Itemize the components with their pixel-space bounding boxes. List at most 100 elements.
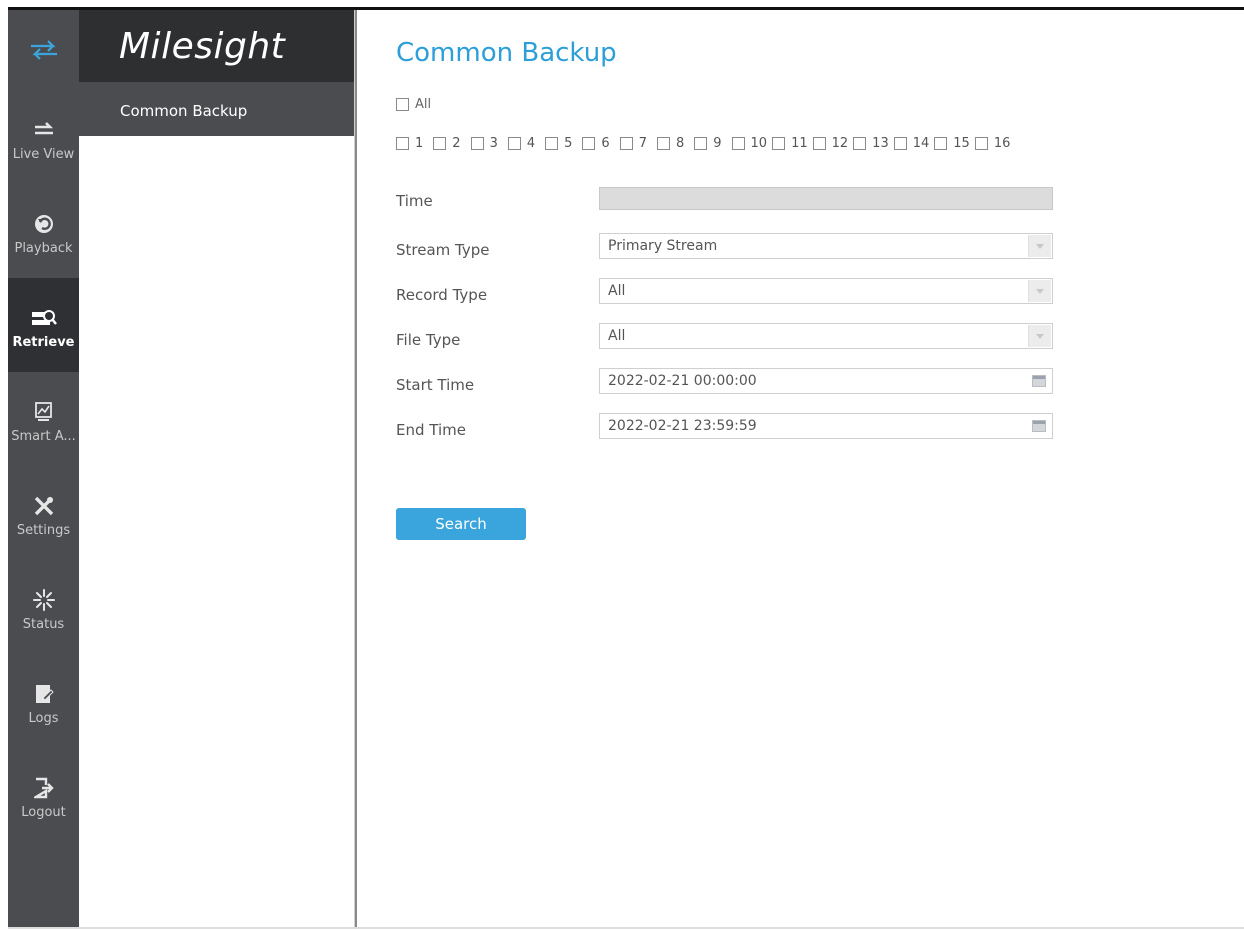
playback-icon [34,214,53,233]
end-time-field[interactable]: 2022-02-21 23:59:59 [599,413,1053,439]
time-label: Time [396,192,433,210]
channel-checkbox[interactable]: 11 [772,136,808,151]
channel-checkbox[interactable]: 5 [545,136,572,151]
channel-checkbox[interactable]: 16 [974,136,1011,151]
file-type-label: File Type [396,331,461,349]
channel-label: 1 [415,136,424,151]
stream-type-select[interactable]: Primary Stream [599,233,1053,259]
menu-toggle-button[interactable] [8,10,79,90]
checkbox-box[interactable] [731,137,745,150]
channel-checkbox[interactable]: 1 [396,136,423,151]
logs-icon [35,684,54,703]
window-bottom-border [8,927,1244,929]
channel-label: 12 [831,136,849,151]
checkbox-box[interactable] [545,137,559,150]
checkbox-box[interactable] [470,137,484,150]
channel-checkbox[interactable]: 10 [731,136,768,151]
retrieve-icon [31,309,57,325]
calendar-icon[interactable] [1032,375,1046,387]
calendar-icon[interactable] [1032,420,1046,432]
nav-logs[interactable]: Logs [8,654,79,748]
settings-icon [34,496,53,515]
record-type-label: Record Type [396,286,488,304]
panel-divider [355,10,357,929]
nav-playback[interactable]: Playback [8,184,79,278]
select-all-checkbox[interactable]: All [396,97,431,112]
checkbox-box[interactable] [812,137,826,150]
checkbox-box[interactable] [396,98,409,111]
channel-checkbox[interactable]: 6 [582,136,610,151]
nav-live-view[interactable]: Live View [8,90,79,184]
submenu-item-common-backup[interactable]: Common Backup [79,82,354,136]
search-button[interactable]: Search [396,508,526,540]
logout-icon [33,777,54,798]
channel-label: 11 [791,136,808,151]
nav-settings[interactable]: Settings [8,466,79,560]
nav-label: Logs [28,710,59,726]
nav-label: Smart A... [11,428,76,444]
stream-type-value: Primary Stream [608,238,718,254]
record-type-value: All [608,283,626,299]
status-icon [32,588,55,611]
nav-label: Settings [16,522,71,538]
nav-logout[interactable]: Logout [8,748,79,842]
checkbox-label: All [415,97,432,112]
nav-label: Playback [14,240,73,256]
channel-checkbox[interactable]: 8 [656,136,684,151]
time-field [599,187,1053,210]
checkbox-box[interactable] [934,137,948,150]
channel-label: 13 [872,136,889,151]
nav-retrieve[interactable]: Retrieve [8,278,79,372]
checkbox-box[interactable] [582,137,596,150]
file-type-value: All [608,328,626,344]
channel-checkbox[interactable]: 4 [507,136,535,151]
checkbox-box[interactable] [396,137,409,150]
start-time-field[interactable]: 2022-02-21 00:00:00 [599,368,1053,394]
checkbox-box[interactable] [656,137,670,150]
channel-checkbox[interactable]: 7 [619,136,647,151]
record-type-select[interactable]: All [599,278,1053,304]
smart-analytics-icon [34,401,52,421]
nav-label: Live View [12,146,75,162]
checkbox-box[interactable] [893,137,907,150]
checkbox-box[interactable] [507,137,521,150]
nav-status[interactable]: Status [8,560,79,654]
stream-type-label: Stream Type [396,241,490,259]
channel-label: 5 [564,136,573,151]
brand-name: Milesight [119,25,286,67]
file-type-select[interactable]: All [599,323,1053,349]
channel-checkbox-list: 1 2 3 4 5 6 7 8 9 10 11 12 13 14 15 16 [396,136,1015,151]
channel-checkbox[interactable]: 2 [433,136,461,151]
checkbox-box[interactable] [974,137,988,150]
channel-label: 6 [601,136,610,151]
channel-checkbox[interactable]: 3 [470,136,498,151]
channel-checkbox[interactable]: 15 [934,136,970,151]
chevron-down-icon[interactable] [1028,235,1051,257]
channel-label: 16 [993,136,1011,151]
channel-checkbox[interactable]: 12 [812,136,849,151]
live-view-icon [34,121,53,134]
checkbox-box[interactable] [772,137,786,150]
page-title: Common Backup [396,38,617,68]
checkbox-box[interactable] [433,137,447,150]
channel-label: 7 [638,136,647,151]
checkbox-box[interactable] [619,137,633,150]
channel-label: 10 [750,136,768,151]
nav-smart-analytics[interactable]: Smart A... [8,372,79,466]
end-time-value: 2022-02-21 23:59:59 [608,418,757,434]
checkbox-box[interactable] [853,137,867,150]
brand-logo: Milesight [79,10,354,82]
nav-label: Retrieve [12,334,75,350]
chevron-down-icon[interactable] [1028,280,1051,302]
start-time-value: 2022-02-21 00:00:00 [608,373,757,389]
end-time-label: End Time [396,421,466,439]
chevron-down-icon[interactable] [1028,325,1051,347]
channel-checkbox[interactable]: 13 [853,136,889,151]
checkbox-box[interactable] [694,137,708,150]
channel-checkbox[interactable]: 9 [694,136,722,151]
channel-label: 14 [912,136,930,151]
channel-label: 2 [452,136,461,151]
channel-label: 15 [953,136,970,151]
channel-label: 3 [489,136,498,151]
channel-checkbox[interactable]: 14 [893,136,930,151]
